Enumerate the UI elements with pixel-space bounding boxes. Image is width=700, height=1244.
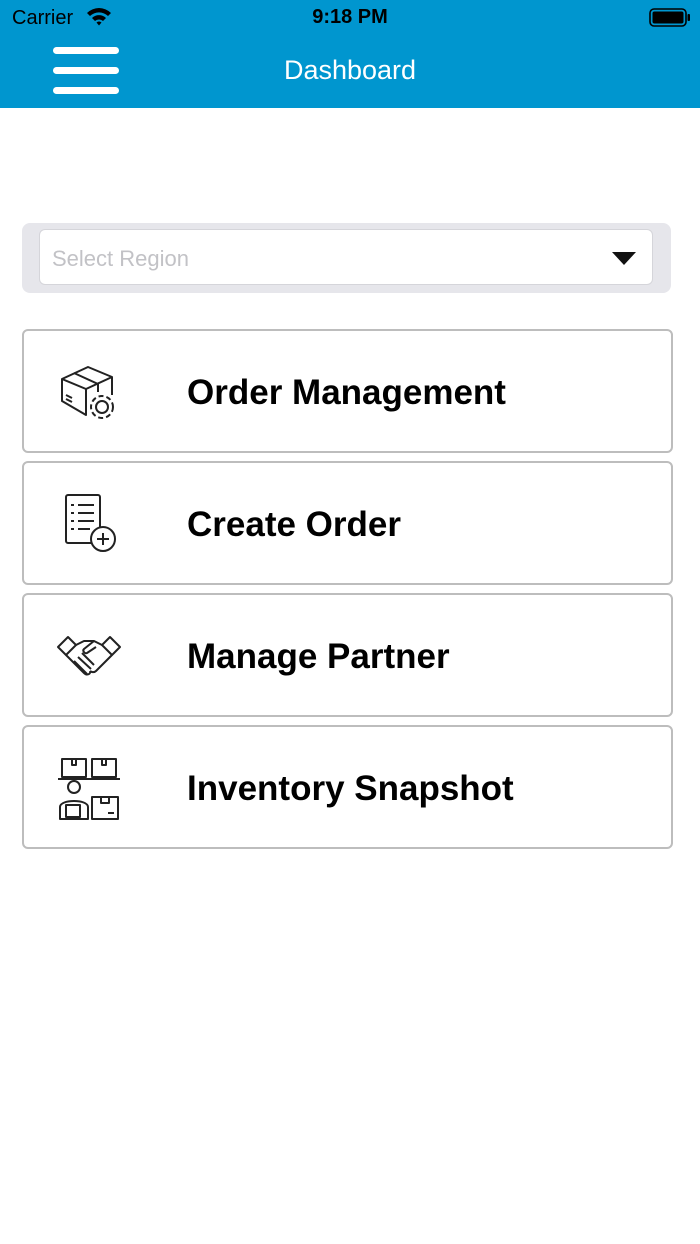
status-bar: Carrier 9:18 PM — [0, 0, 700, 36]
inventory-snapshot-card[interactable]: Inventory Snapshot — [22, 725, 673, 849]
warehouse-worker-icon — [58, 758, 120, 820]
caret-down-icon — [612, 252, 636, 265]
card-label: Order Management — [187, 373, 506, 412]
handshake-icon — [57, 636, 121, 676]
card-label: Manage Partner — [187, 637, 450, 676]
manage-partner-card[interactable]: Manage Partner — [22, 593, 673, 717]
checklist-add-icon — [65, 494, 116, 552]
card-label: Create Order — [187, 505, 401, 544]
region-placeholder: Select Region — [52, 246, 189, 271]
status-time: 9:18 PM — [312, 6, 388, 28]
region-selector: Select Region — [22, 223, 671, 293]
battery-icon — [649, 8, 690, 27]
order-management-card[interactable]: Order Management — [22, 329, 673, 453]
card-label: Inventory Snapshot — [187, 769, 514, 808]
app-header: Carrier 9:18 PM Dashboard — [0, 0, 700, 108]
dashboard-menu: Order Management Create Order Manage Par… — [22, 329, 673, 857]
hamburger-icon — [53, 47, 119, 54]
region-dropdown[interactable]: Select Region — [39, 229, 653, 285]
box-gear-icon — [61, 366, 114, 419]
create-order-card[interactable]: Create Order — [22, 461, 673, 585]
page-title: Dashboard — [283, 55, 417, 85]
